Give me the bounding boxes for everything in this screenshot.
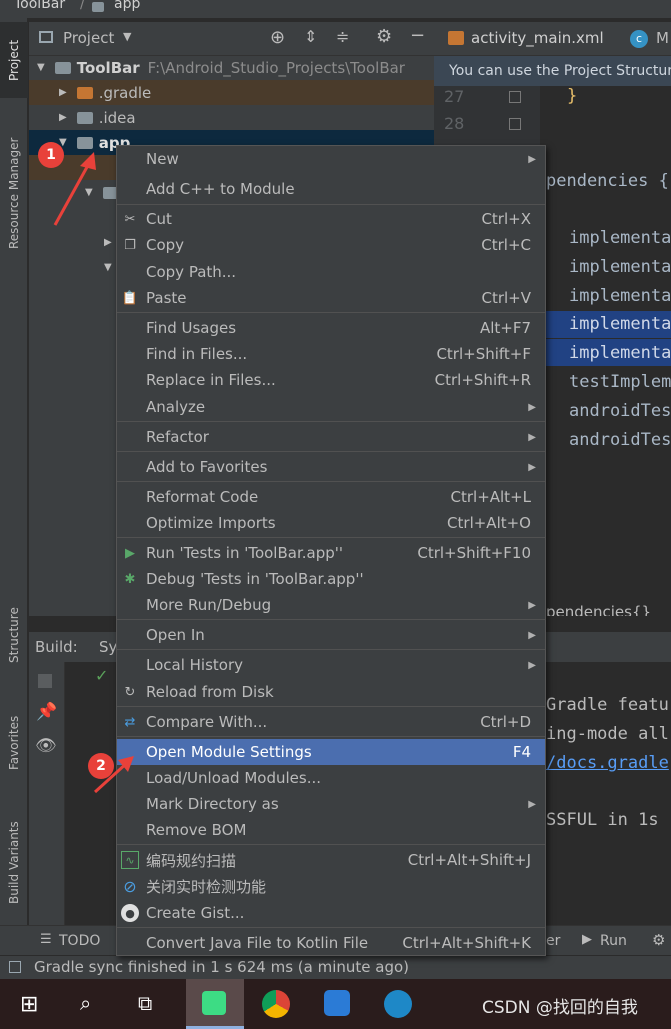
annotation-arrows: [53, 152, 134, 794]
annotation-arrow-2: [93, 760, 130, 794]
annotation-arrow-1: [53, 157, 94, 226]
annotation-arrowhead-1: [80, 152, 96, 170]
